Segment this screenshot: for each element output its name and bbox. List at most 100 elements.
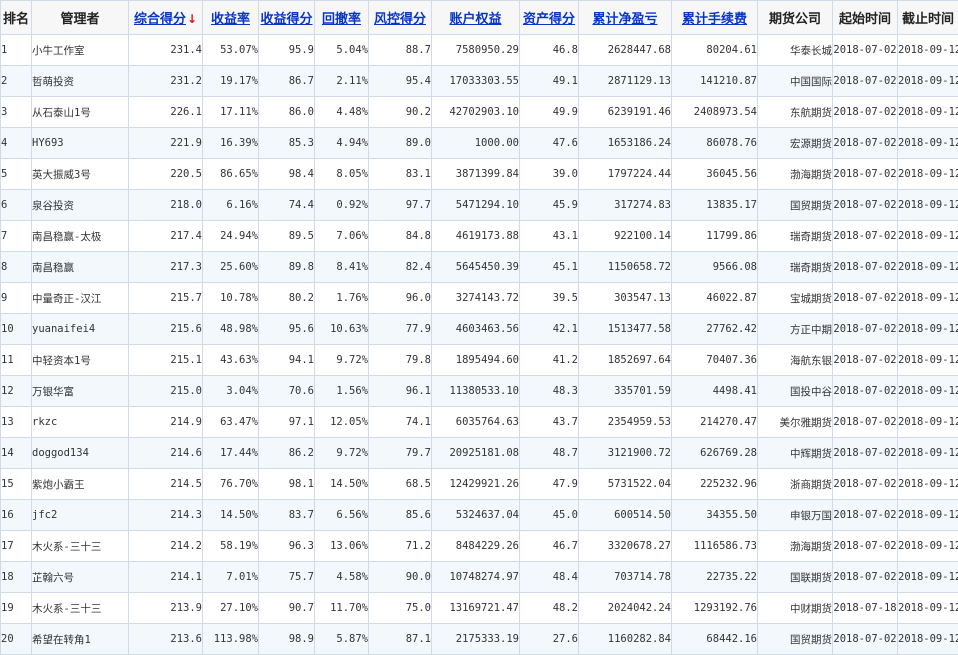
- risk-score-cell: 79.8: [369, 345, 432, 376]
- table-row: 1小牛工作室231.453.07%95.95.04%88.77580950.29…: [1, 35, 958, 66]
- asset-score-cell: 46.7: [520, 531, 579, 562]
- return-rate-cell: 27.10%: [203, 593, 259, 624]
- col-drawdown[interactable]: 回撤率: [315, 1, 369, 35]
- return-rate-cell: 48.98%: [203, 314, 259, 345]
- rank-cell: 4: [1, 128, 32, 159]
- header-row: 排名 管理者 综合得分↓ 收益率 收益得分 回撤率 风控得分 账户权益 资产得分…: [1, 1, 958, 35]
- composite-score-cell: 221.9: [129, 128, 203, 159]
- return-score-cell: 98.4: [259, 159, 315, 190]
- col-net-pnl[interactable]: 累计净盈亏: [579, 1, 672, 35]
- composite-score-cell: 214.5: [129, 469, 203, 500]
- fees-cell: 141210.87: [672, 66, 758, 97]
- drawdown-cell: 5.04%: [315, 35, 369, 66]
- table-row: 9中量奇正-汉江215.710.78%80.21.76%96.03274143.…: [1, 283, 958, 314]
- col-manager: 管理者: [32, 1, 129, 35]
- risk-score-cell: 71.2: [369, 531, 432, 562]
- end-date-cell: 2018-09-12: [898, 314, 958, 345]
- fees-cell: 4498.41: [672, 376, 758, 407]
- end-date-cell: 2018-09-12: [898, 531, 958, 562]
- risk-score-cell: 83.1: [369, 159, 432, 190]
- broker-cell: 浙商期货: [758, 469, 833, 500]
- fees-cell: 86078.76: [672, 128, 758, 159]
- manager-cell: doggod134: [32, 438, 129, 469]
- return-rate-cell: 3.04%: [203, 376, 259, 407]
- equity-cell: 17033303.55: [432, 66, 520, 97]
- broker-cell: 美尔雅期货: [758, 407, 833, 438]
- end-date-cell: 2018-09-12: [898, 190, 958, 221]
- drawdown-cell: 7.06%: [315, 221, 369, 252]
- asset-score-cell: 48.7: [520, 438, 579, 469]
- return-rate-cell: 19.17%: [203, 66, 259, 97]
- manager-cell: jfc2: [32, 500, 129, 531]
- drawdown-cell: 12.05%: [315, 407, 369, 438]
- rank-cell: 1: [1, 35, 32, 66]
- col-fees[interactable]: 累计手续费: [672, 1, 758, 35]
- return-rate-cell: 76.70%: [203, 469, 259, 500]
- asset-score-cell: 47.6: [520, 128, 579, 159]
- col-return-rate[interactable]: 收益率: [203, 1, 259, 35]
- composite-score-cell: 214.9: [129, 407, 203, 438]
- fees-cell: 11799.86: [672, 221, 758, 252]
- composite-score-cell: 215.1: [129, 345, 203, 376]
- return-score-cell: 95.6: [259, 314, 315, 345]
- return-score-cell: 94.1: [259, 345, 315, 376]
- composite-score-cell: 215.7: [129, 283, 203, 314]
- drawdown-cell: 8.41%: [315, 252, 369, 283]
- start-date-cell: 2018-07-02: [833, 407, 898, 438]
- return-score-cell: 70.6: [259, 376, 315, 407]
- end-date-cell: 2018-09-12: [898, 407, 958, 438]
- asset-score-cell: 46.8: [520, 35, 579, 66]
- risk-score-cell: 75.0: [369, 593, 432, 624]
- col-return-score[interactable]: 收益得分: [259, 1, 315, 35]
- net-pnl-cell: 600514.50: [579, 500, 672, 531]
- manager-cell: 紫炮小霸王: [32, 469, 129, 500]
- col-equity[interactable]: 账户权益: [432, 1, 520, 35]
- equity-cell: 4603463.56: [432, 314, 520, 345]
- table-row: 2哲萌投资231.219.17%86.72.11%95.417033303.55…: [1, 66, 958, 97]
- col-risk-score[interactable]: 风控得分: [369, 1, 432, 35]
- return-rate-cell: 7.01%: [203, 562, 259, 593]
- manager-cell: 希望在转角1: [32, 624, 129, 655]
- col-asset-score[interactable]: 资产得分: [520, 1, 579, 35]
- sort-desc-icon: ↓: [187, 12, 197, 26]
- col-composite-score[interactable]: 综合得分↓: [129, 1, 203, 35]
- broker-cell: 国投中谷: [758, 376, 833, 407]
- manager-cell: 中轻资本1号: [32, 345, 129, 376]
- col-composite-score-label: 综合得分: [134, 12, 186, 27]
- return-score-cell: 80.2: [259, 283, 315, 314]
- end-date-cell: 2018-09-12: [898, 345, 958, 376]
- drawdown-cell: 4.48%: [315, 97, 369, 128]
- return-rate-cell: 10.78%: [203, 283, 259, 314]
- manager-cell: 哲萌投资: [32, 66, 129, 97]
- rank-cell: 19: [1, 593, 32, 624]
- net-pnl-cell: 303547.13: [579, 283, 672, 314]
- drawdown-cell: 2.11%: [315, 66, 369, 97]
- end-date-cell: 2018-09-12: [898, 438, 958, 469]
- net-pnl-cell: 2354959.53: [579, 407, 672, 438]
- fees-cell: 22735.22: [672, 562, 758, 593]
- asset-score-cell: 39.0: [520, 159, 579, 190]
- manager-cell: 木火系-三十三: [32, 593, 129, 624]
- fees-cell: 214270.47: [672, 407, 758, 438]
- end-date-cell: 2018-09-12: [898, 252, 958, 283]
- net-pnl-cell: 3320678.27: [579, 531, 672, 562]
- table-row: 17木火系-三十三214.258.19%96.313.06%71.2848422…: [1, 531, 958, 562]
- manager-cell: 万银华富: [32, 376, 129, 407]
- broker-cell: 中财期货: [758, 593, 833, 624]
- risk-score-cell: 90.0: [369, 562, 432, 593]
- start-date-cell: 2018-07-02: [833, 376, 898, 407]
- return-score-cell: 74.4: [259, 190, 315, 221]
- broker-cell: 渤海期货: [758, 159, 833, 190]
- net-pnl-cell: 1653186.24: [579, 128, 672, 159]
- net-pnl-cell: 5731522.04: [579, 469, 672, 500]
- rank-cell: 11: [1, 345, 32, 376]
- drawdown-cell: 5.87%: [315, 624, 369, 655]
- manager-cell: 从石泰山1号: [32, 97, 129, 128]
- equity-cell: 3274143.72: [432, 283, 520, 314]
- return-rate-cell: 53.07%: [203, 35, 259, 66]
- asset-score-cell: 43.1: [520, 221, 579, 252]
- drawdown-cell: 8.05%: [315, 159, 369, 190]
- rank-cell: 8: [1, 252, 32, 283]
- equity-cell: 13169721.47: [432, 593, 520, 624]
- rank-cell: 6: [1, 190, 32, 221]
